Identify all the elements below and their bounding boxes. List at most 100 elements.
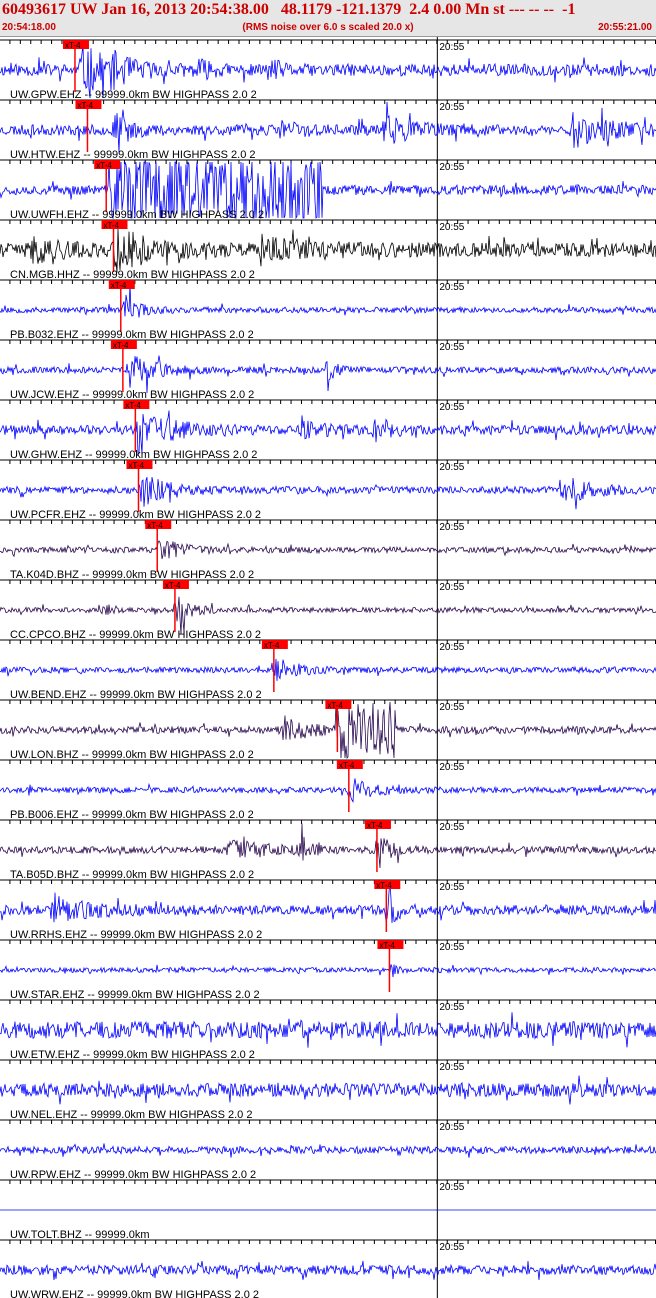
minute-mark-label: 20:55 xyxy=(439,582,464,593)
trace-label: UW.TOLT.BHZ -- 99999.0km xyxy=(10,1229,150,1241)
minute-mark-label: 20:55 xyxy=(439,222,464,233)
phase-pick-label: xT-4 xyxy=(264,641,280,650)
trace-label: UW.ETW.EHZ -- 99999.0km BW HIGHPASS 2.0 … xyxy=(10,1049,255,1061)
minute-mark-label: 20:55 xyxy=(439,102,464,113)
trace-7: 20:55 xT-4 UW.PCFR.EHZ -- 99999.0km BW HIG… xyxy=(0,459,656,521)
phase-pick-label: xT-4 xyxy=(339,761,355,770)
waveform xyxy=(0,881,656,924)
phase-pick-label: xT-4 xyxy=(367,821,383,830)
minute-mark-label: 20:55 xyxy=(439,822,464,833)
trace-6: 20:55 xT-4 UW.GHW.EHZ -- 99999.0km BW HIGH… xyxy=(0,399,656,461)
phase-pick-label: xT-4 xyxy=(77,101,93,110)
end-time: 20:55:21.00 xyxy=(598,22,652,33)
phase-pick-label: xT-4 xyxy=(379,941,395,950)
trace-19: 20:55 UW.TOLT.BHZ -- 99999.0km xyxy=(0,1179,656,1241)
phase-pick-label: xT-4 xyxy=(96,161,112,170)
minute-mark-label: 20:55 xyxy=(439,642,464,653)
waveform xyxy=(0,477,656,510)
trace-label: PB.B032.EHZ -- 99999.0km BW HIGHPASS 2.0… xyxy=(10,329,254,341)
event-title: 60493617 UW Jan 16, 2013 20:54:38.00 48.… xyxy=(2,1,576,18)
phase-pick-label: xT-4 xyxy=(113,341,129,350)
trace-label: UW.WRW.EHZ -- 99999.0km BW HIGHPASS 2.0 … xyxy=(10,1289,259,1298)
trace-label: CN.MGB.HHZ -- 99999.0km BW HIGHPASS 2.0 … xyxy=(10,269,255,281)
trace-label: UW.GHW.EHZ -- 99999.0km BW HIGHPASS 2.0 … xyxy=(10,449,257,461)
minute-mark-label: 20:55 xyxy=(439,1062,464,1073)
trace-1: 20:55 xT-4 UW.HTW.EHZ -- 99999.0km BW HIGH… xyxy=(0,99,656,161)
minute-mark-label: 20:55 xyxy=(439,1182,464,1193)
phase-pick-label: xT-4 xyxy=(128,461,144,470)
trace-20: 20:55 UW.WRW.EHZ -- 99999.0km BW HIGHPASS… xyxy=(0,1239,656,1298)
trace-label: UW.GPW.EHZ -- 99999.0km BW HIGHPASS 2.0 … xyxy=(10,89,257,101)
minute-mark-label: 20:55 xyxy=(439,462,464,473)
trace-13: 20:55 xT-4 TA.B05D.BHZ -- 99999.0km BW HIG… xyxy=(0,819,656,881)
minute-mark-label: 20:55 xyxy=(439,1242,464,1253)
trace-label: CC.CPCO.BHZ -- 99999.0km BW HIGHPASS 2.0… xyxy=(10,629,261,641)
minute-mark-label: 20:55 xyxy=(439,162,464,173)
trace-14: 20:55 xT-4 UW.RRHS.EHZ -- 99999.0km BW HIG… xyxy=(0,879,656,941)
trace-label: UW.RPW.EHZ -- 99999.0km BW HIGHPASS 2.0 … xyxy=(10,1169,256,1181)
scaling-note: (RMS noise over 6.0 s scaled 20.0 x) xyxy=(242,22,414,33)
waveform xyxy=(0,410,656,456)
trace-label: UW.HTW.EHZ -- 99999.0km BW HIGHPASS 2.0 … xyxy=(10,149,256,161)
trace-label: TA.B05D.BHZ -- 99999.0km BW HIGHPASS 2.0… xyxy=(10,869,254,881)
minute-mark-label: 20:55 xyxy=(439,1002,464,1013)
waveform xyxy=(0,228,656,273)
waveform xyxy=(0,355,656,394)
trace-3: 20:55 xT-4 CN.MGB.HHZ -- 99999.0km BW HIGH… xyxy=(0,219,656,281)
waveform xyxy=(0,1260,656,1280)
trace-4: 20:55 xT-4 PB.B032.EHZ -- 99999.0km BW HIG… xyxy=(0,279,656,341)
waveform xyxy=(0,1012,656,1048)
waveform xyxy=(0,658,656,681)
trace-18: 20:55 UW.RPW.EHZ -- 99999.0km BW HIGHPASS… xyxy=(0,1119,656,1181)
trace-label: TA.K04D.BHZ -- 99999.0km BW HIGHPASS 2.0… xyxy=(10,569,254,581)
minute-mark-label: 20:55 xyxy=(439,702,464,713)
minute-mark-label: 20:55 xyxy=(439,42,464,53)
phase-pick-label: xT-4 xyxy=(327,701,343,710)
waveform xyxy=(0,1143,656,1158)
trace-12: 20:55 xT-4 PB.B006.EHZ -- 99999.0km BW HIG… xyxy=(0,759,656,821)
minute-mark-label: 20:55 xyxy=(439,942,464,953)
trace-label: UW.UWFH.EHZ -- 99999.0km BW HIGHPASS 2.0… xyxy=(10,209,264,221)
trace-8: 20:55 xT-4 TA.K04D.BHZ -- 99999.0km BW HIG… xyxy=(0,519,656,581)
trace-label: UW.STAR.EHZ -- 99999.0km BW HIGHPASS 2.0… xyxy=(10,989,260,1001)
trace-2: 20:55 xT-4 UW.UWFH.EHZ -- 99999.0km BW HIG… xyxy=(0,159,656,221)
phase-pick-label: xT-4 xyxy=(165,581,181,590)
phase-pick-label: xT-4 xyxy=(125,401,141,410)
phase-pick-label: xT-4 xyxy=(147,521,163,530)
waveform xyxy=(0,964,656,978)
minute-mark-label: 20:55 xyxy=(439,402,464,413)
minute-mark-label: 20:55 xyxy=(439,762,464,773)
trace-label: UW.RRHS.EHZ -- 99999.0km BW HIGHPASS 2.0… xyxy=(10,929,262,941)
minute-mark-label: 20:55 xyxy=(439,882,464,893)
minute-mark-label: 20:55 xyxy=(439,522,464,533)
phase-pick-label: xT-4 xyxy=(111,281,127,290)
phase-pick-label: xT-4 xyxy=(65,41,81,50)
minute-mark-label: 20:55 xyxy=(439,282,464,293)
seismogram-plot: 20:55xT-4UW.GPW.EHZ -- 99999.0km BW HIGH… xyxy=(0,37,656,1298)
trace-9: 20:55 xT-4 CC.CPCO.BHZ -- 99999.0km BW HIG… xyxy=(0,579,656,641)
trace-5: 20:55 xT-4 UW.JCW.EHZ -- 99999.0km BW HIGH… xyxy=(0,339,656,401)
trace-10: 20:55 xT-4 UW.BEND.EHZ -- 99999.0km BW HIG… xyxy=(0,639,656,701)
header-bar: 60493617 UW Jan 16, 2013 20:54:38.00 48.… xyxy=(0,0,656,37)
trace-label: UW.PCFR.EHZ -- 99999.0km BW HIGHPASS 2.0… xyxy=(10,509,261,521)
waveform xyxy=(0,778,656,803)
trace-11: 20:55 xT-4 UW.LON.BHZ -- 99999.0km BW HIGH… xyxy=(0,699,656,761)
trace-label: UW.LON.BHZ -- 99999.0km BW HIGHPASS 2.0 … xyxy=(10,749,254,761)
phase-pick-label: xT-4 xyxy=(376,881,392,890)
waveform xyxy=(0,283,656,318)
waveform xyxy=(0,823,656,869)
trace-label: UW.NEL.EHZ -- 99999.0km BW HIGHPASS 2.0 … xyxy=(10,1109,252,1121)
trace-16: 20:55 UW.ETW.EHZ -- 99999.0km BW HIGHPASS… xyxy=(0,999,656,1061)
trace-0: 20:55 xT-4 UW.GPW.EHZ -- 99999.0km BW HIGH… xyxy=(0,39,656,101)
waveform xyxy=(0,1075,656,1105)
waveform xyxy=(0,540,656,560)
trace-label: PB.B006.EHZ -- 99999.0km BW HIGHPASS 2.0… xyxy=(10,809,254,821)
trace-label: UW.JCW.EHZ -- 99999.0km BW HIGHPASS 2.0 … xyxy=(10,389,254,401)
minute-mark-label: 20:55 xyxy=(439,1122,464,1133)
trace-label: UW.BEND.EHZ -- 99999.0km BW HIGHPASS 2.0… xyxy=(10,689,262,701)
trace-15: 20:55 xT-4 UW.STAR.EHZ -- 99999.0km BW HIG… xyxy=(0,939,656,1001)
phase-pick-label: xT-4 xyxy=(103,221,119,230)
trace-17: 20:55 UW.NEL.EHZ -- 99999.0km BW HIGHPASS… xyxy=(0,1059,656,1121)
minute-mark-label: 20:55 xyxy=(439,342,464,353)
waveform xyxy=(0,101,656,153)
